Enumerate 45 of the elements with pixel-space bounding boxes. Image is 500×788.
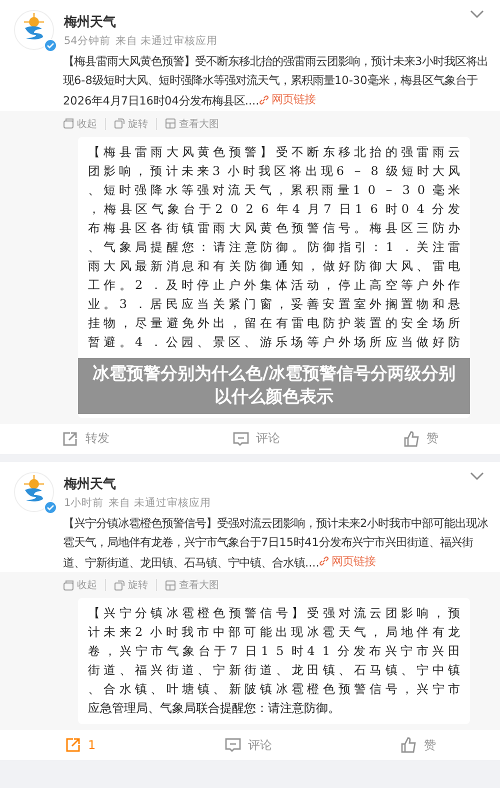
comment-icon: [232, 430, 250, 448]
thumbs-up-icon: [400, 736, 418, 754]
image-tool-link[interactable]: 收起: [77, 116, 97, 130]
web-link[interactable]: 网页链接: [319, 552, 376, 570]
image-tool-link[interactable]: 收起: [77, 578, 97, 592]
link-icon: [259, 94, 270, 104]
comment-button[interactable]: 评论: [224, 426, 288, 450]
image-tool-link[interactable]: 查看大图: [179, 578, 219, 592]
rotate-icon: [114, 580, 125, 590]
like-button[interactable]: 赞: [394, 426, 447, 450]
author-name[interactable]: 梅州天气: [64, 474, 460, 492]
link-icon: [319, 556, 330, 566]
document-text: 【梅县雷雨大风黄色预警】受不断东移北抬的强雷雨云 团影响，预计未来3 小时我区将出现6 － 8 级短时大风 、短时强降水等强对流天气，累积雨量1 0 － 3 0 毫米 ，梅县区气象台于2 0 2 6 年4 月7 日1 6 时0 4 分发 布梅县区各街镇雷雨大风黄色预警信号。梅县区三防办 、气象局提醒您：请注意防御。防御指引：1 ．关注雷 雨大风最新消息和有关防御通知，做好防御大风、雷电 工作。2 ．及时停止户外集体活动，停止高空等户外作 业。3 ．居民应当关紧门窗，妥善安置室外搁置物和悬 挂物，尽量避免外出，留在有雷电防护装置的安全场所 暂避。4 ．公园、景区、游乐场等户外场所应当做好防: [88, 144, 460, 350]
image-icon: [165, 580, 176, 590]
comment-button[interactable]: 评论: [216, 733, 280, 757]
collapse-icon: [63, 118, 74, 129]
document-image[interactable]: 【兴宁分镇冰雹橙色预警信号】受强对流云团影响，预 计未来2 小时我市中部可能出现冰雹天气，局地伴有龙 卷，兴宁市气象台于7 日1 5 时4 1 分发布兴宁市兴田 街道、福兴街道、宁新街道、龙田镇、石马镇、宁中镇 、合水镇、叶塘镇、新陂镇冰雹橙色预警信号，兴宁市 应急管理局、气象局联合提醒您：请注意防御。: [78, 598, 470, 724]
image-tool-link[interactable]: 旋转: [128, 578, 148, 592]
post-text: 【兴宁分镇冰雹橙色预警信号】受强对流云团影响，预计未来2小时我市中部可能出现冰雹天气，局地伴有龙卷，兴宁市气象台于7日15时41分发布兴宁市兴田街道、福兴街道、宁新街道、龙田镇、石马镇、宁中镇、合水镇.... 网页链接: [63, 516, 490, 572]
post-text: 【梅县雷雨大风黄色预警】受不断东移北抬的强雷雨云团影响，预计未来3小时我区将出现6-8级短时大风、短时强降水等强对流天气，累积雨量10-30毫米，梅县区气象台于2026年4月7日16时04分发布梅县区.... 网页链接: [63, 54, 490, 110]
post-source: 来自 未通过审核应用: [115, 34, 218, 48]
image-tool-link[interactable]: 查看大图: [179, 116, 219, 130]
comment-icon: [224, 736, 242, 754]
web-link[interactable]: 网页链接: [259, 90, 316, 109]
image-icon: [165, 118, 176, 129]
post-time[interactable]: 1小时前: [64, 496, 104, 510]
chevron-down-icon[interactable]: [470, 10, 484, 19]
image-tool-link[interactable]: 旋转: [128, 116, 148, 130]
chevron-down-icon[interactable]: [470, 472, 484, 480]
repost-button[interactable]: 1: [56, 733, 104, 757]
overlay-caption: 冰雹预警分别为什么色/冰雹预警信号分两级分别以什么颜色表示: [78, 358, 470, 414]
post-time[interactable]: 54分钟前: [64, 34, 110, 48]
like-button[interactable]: 赞: [392, 733, 444, 757]
author-name[interactable]: 梅州天气: [64, 13, 460, 31]
thumbs-up-icon: [402, 430, 421, 448]
rotate-icon: [114, 118, 125, 129]
share-icon: [64, 736, 82, 754]
document-text: 【兴宁分镇冰雹橙色预警信号】受强对流云团影响，预 计未来2 小时我市中部可能出现冰雹天气，局地伴有龙 卷，兴宁市气象台于7 日1 5 时4 1 分发布兴宁市兴田 街道、福兴街道、宁新街道、龙田镇、石马镇、宁中镇 、合水镇、叶塘镇、新陂镇冰雹橙色预警信号，兴宁市 应急管理局、气象局联合提醒您：请注意防御。: [88, 605, 460, 717]
avatar-icon[interactable]: [14, 472, 54, 512]
document-image[interactable]: [78, 136, 470, 418]
post-source: 来自 未通过审核应用: [108, 496, 212, 510]
collapse-icon: [63, 580, 74, 590]
share-icon: [61, 430, 80, 448]
avatar-icon[interactable]: [14, 10, 54, 50]
repost-button[interactable]: 转发: [53, 426, 118, 450]
